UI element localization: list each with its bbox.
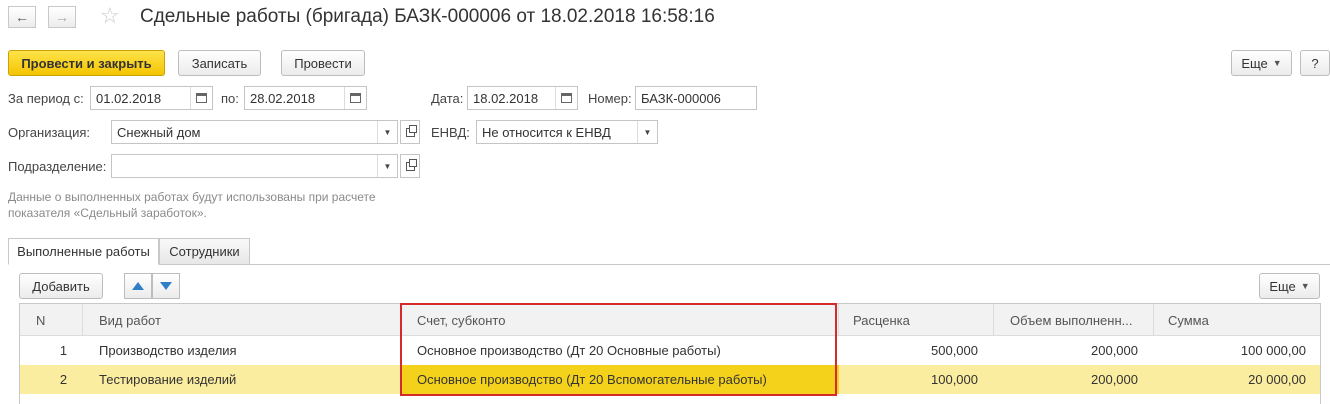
open-icon xyxy=(405,158,417,171)
table-more-button[interactable]: Еще ▼ xyxy=(1259,273,1320,299)
organization-value: Снежный дом xyxy=(117,124,201,140)
cell-rate: 500,000 xyxy=(931,343,978,358)
help-button[interactable]: ? xyxy=(1300,50,1330,76)
period-from-field[interactable]: 01.02.2018 xyxy=(90,86,213,110)
date-label: Дата: xyxy=(431,91,464,106)
cell-work-type: Тестирование изделий xyxy=(99,372,237,387)
number-label: Номер: xyxy=(588,91,632,106)
info-note: Данные о выполненных работах будут испол… xyxy=(8,190,376,220)
arrow-left-icon: ← xyxy=(15,9,29,25)
department-label: Подразделение: xyxy=(8,159,107,174)
tab-divider xyxy=(8,264,1330,265)
organization-field[interactable]: Снежный дом ▼ xyxy=(111,120,398,144)
save-button[interactable]: Записать xyxy=(178,50,261,76)
date-value: 18.02.2018 xyxy=(473,90,539,106)
envd-label: ЕНВД: xyxy=(431,125,470,140)
move-up-button[interactable] xyxy=(124,273,152,299)
calendar-icon[interactable] xyxy=(555,87,577,109)
period-to-value: 28.02.2018 xyxy=(250,90,316,106)
cell-n: 2 xyxy=(59,372,68,387)
envd-select[interactable]: Не относится к ЕНВД ▼ xyxy=(476,120,658,144)
post-and-close-button[interactable]: Провести и закрыть xyxy=(8,50,165,76)
column-header-rate[interactable]: Расценка xyxy=(839,304,994,336)
envd-value: Не относится к ЕНВД xyxy=(482,124,611,140)
post-button[interactable]: Провести xyxy=(281,50,365,76)
department-field[interactable]: ▼ xyxy=(111,154,398,178)
period-from-label: За период с: xyxy=(8,91,84,106)
period-to-field[interactable]: 28.02.2018 xyxy=(244,86,367,110)
highlight-frame xyxy=(400,303,837,396)
star-icon[interactable]: ☆ xyxy=(100,3,120,29)
number-field[interactable]: БАЗК-000006 xyxy=(635,86,757,110)
arrow-right-icon: → xyxy=(55,9,69,25)
calendar-icon[interactable] xyxy=(190,87,212,109)
more-button[interactable]: Еще ▼ xyxy=(1231,50,1292,76)
column-header-work-type[interactable]: Вид работ xyxy=(83,304,401,336)
cell-volume: 200,000 xyxy=(1091,372,1138,387)
cell-volume: 200,000 xyxy=(1091,343,1138,358)
open-icon xyxy=(405,124,417,137)
tab-completed-works[interactable]: Выполненные работы xyxy=(8,238,159,265)
cell-rate: 100,000 xyxy=(931,372,978,387)
more-label: Еще xyxy=(1241,55,1268,71)
cell-sum: 100 000,00 xyxy=(1240,343,1306,358)
chevron-down-icon[interactable]: ▼ xyxy=(377,155,397,177)
back-button[interactable]: ← xyxy=(8,6,36,28)
move-down-button[interactable] xyxy=(152,273,180,299)
chevron-down-icon[interactable]: ▼ xyxy=(377,121,397,143)
cell-n: 1 xyxy=(59,343,68,358)
open-organization-button[interactable] xyxy=(400,120,420,144)
date-field[interactable]: 18.02.2018 xyxy=(467,86,578,110)
column-header-sum[interactable]: Сумма xyxy=(1154,304,1320,336)
column-header-volume[interactable]: Объем выполненн... xyxy=(994,304,1154,336)
column-header-n[interactable]: N xyxy=(20,304,83,336)
add-button[interactable]: Добавить xyxy=(19,273,103,299)
arrow-up-icon xyxy=(132,282,144,290)
table-more-label: Еще xyxy=(1269,278,1296,294)
arrow-down-icon xyxy=(160,282,172,290)
cell-sum: 20 000,00 xyxy=(1248,372,1306,387)
cell-work-type: Производство изделия xyxy=(99,343,237,358)
calendar-icon[interactable] xyxy=(344,87,366,109)
open-department-button[interactable] xyxy=(400,154,420,178)
tab-employees[interactable]: Сотрудники xyxy=(159,238,250,265)
organization-label: Организация: xyxy=(8,125,91,140)
period-from-value: 01.02.2018 xyxy=(96,90,162,106)
chevron-down-icon[interactable]: ▼ xyxy=(637,121,657,143)
forward-button[interactable]: → xyxy=(48,6,76,28)
period-to-label: по: xyxy=(221,91,239,106)
caret-down-icon: ▼ xyxy=(1272,58,1282,68)
caret-down-icon: ▼ xyxy=(1300,281,1310,291)
page-title: Сдельные работы (бригада) БАЗК-000006 от… xyxy=(140,6,715,27)
